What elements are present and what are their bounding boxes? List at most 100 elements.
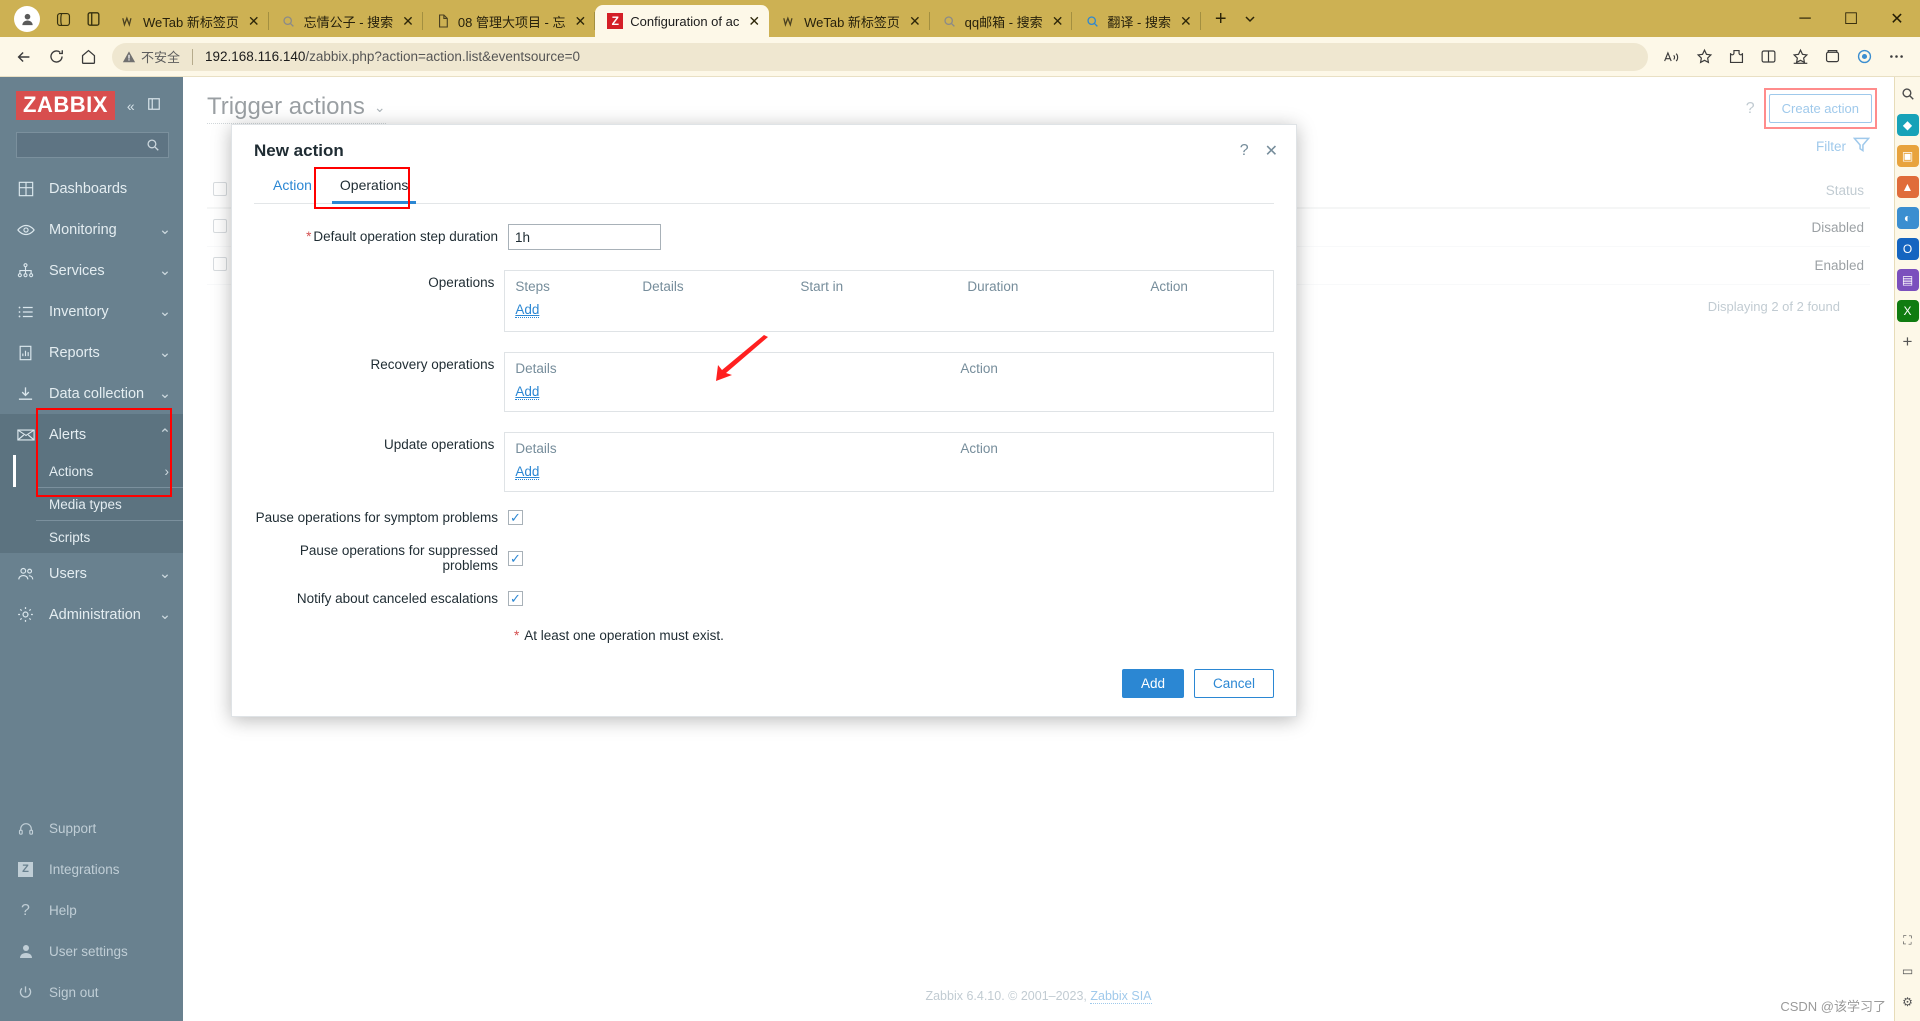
shopping-icon[interactable]: ▣ [1896,145,1919,167]
chevron-down-icon[interactable]: ⌄ [159,607,171,623]
question-icon: ? [21,901,30,919]
sidebar-item-reports[interactable]: Reports ⌄ [0,332,183,373]
dialog-close-icon[interactable]: ✕ [1265,141,1278,161]
cancel-button[interactable]: Cancel [1193,669,1274,698]
favorites-bar-icon[interactable] [1784,41,1816,73]
read-aloud-icon[interactable] [1656,41,1688,73]
gear-icon [16,606,35,623]
tab-title: WeTab 新标签页 [143,14,239,30]
sidebar-item-dashboards[interactable]: Dashboards [0,168,183,209]
window-minimize-button[interactable]: ─ [1782,0,1828,37]
tab-close-icon[interactable]: ✕ [400,14,416,28]
browser-tab[interactable]: WeTab 新标签页 ✕ [108,5,269,37]
default-step-duration-input[interactable]: 1h [508,224,661,250]
sidebar-item-inventory[interactable]: Inventory ⌄ [0,291,183,332]
sidebar-item-scripts[interactable]: Scripts [0,521,183,553]
tab-close-icon[interactable]: ✕ [907,14,923,28]
browser-tab[interactable]: 08 管理大项目 - 忘 ✕ [423,5,596,37]
sidebar-item-support[interactable]: Support [0,808,183,849]
browser-essentials-icon[interactable] [1848,41,1880,73]
window-maximize-button[interactable]: ☐ [1828,0,1874,37]
sidebar-item-services[interactable]: Services ⌄ [0,250,183,291]
favorite-star-icon[interactable] [1688,41,1720,73]
chevron-down-icon[interactable]: ⌄ [159,386,171,402]
search-blue-icon [1084,13,1100,29]
chevron-down-icon[interactable]: ⌄ [159,345,171,361]
sidebar-label: Reports [49,344,100,361]
pause-symptom-checkbox[interactable]: ✓ [508,510,523,525]
screenshot-icon[interactable]: ⛶ [1897,929,1919,951]
sidebar-item-media-types[interactable]: Media types [0,488,183,520]
sidebar-item-user-settings[interactable]: User settings [0,931,183,972]
tab-close-icon[interactable]: ✕ [573,14,589,28]
sidebar-item-integrations[interactable]: Z Integrations [0,849,183,890]
add-icon[interactable]: + [1897,331,1919,353]
sidebar-item-help[interactable]: ? Help [0,890,183,931]
field-default-step-duration: * Default operation step duration 1h [254,224,1274,250]
browser-tab-active[interactable]: Z Configuration of ac ✕ [595,5,770,37]
power-icon [16,985,35,1000]
search-icon[interactable] [1897,83,1919,105]
pause-suppressed-checkbox[interactable]: ✓ [508,550,523,566]
sidebar-search-input[interactable] [16,132,169,158]
split-screen-icon[interactable] [1752,41,1784,73]
column-action: Action [960,361,998,376]
extensions-icon[interactable] [1720,41,1752,73]
workspaces-icon[interactable] [48,4,78,34]
home-icon[interactable] [72,41,104,73]
tab-close-icon[interactable]: ✕ [246,14,262,28]
tab-title: 忘情公子 - 搜索 [303,14,394,30]
sidebar-item-alerts[interactable]: Alerts ⌃ [0,414,183,455]
sidebar-label: Inventory [49,303,109,320]
update-add-link[interactable]: Add [515,464,540,480]
chevron-down-icon[interactable]: ⌄ [159,263,171,279]
chevron-down-icon[interactable]: ⌄ [159,222,171,238]
settings-icon[interactable]: ⚙ [1897,991,1919,1013]
reload-icon[interactable] [40,41,72,73]
vertical-tabs-icon[interactable] [78,4,108,34]
sidebar-menu: Dashboards Monitoring ⌄ Services ⌄ Inven… [0,168,183,808]
back-icon[interactable] [8,41,40,73]
collapse-sidebar-icon[interactable]: « [127,98,135,114]
globe-icon[interactable]: ◐ [1896,207,1919,229]
browser-tab[interactable]: WeTab 新标签页 ✕ [769,5,930,37]
chevron-down-icon[interactable]: ⌄ [159,566,171,582]
chevron-down-icon[interactable]: ⌄ [159,304,171,320]
collections-icon[interactable] [1816,41,1848,73]
sidebar-item-actions[interactable]: Actions › [0,455,183,487]
notify-canceled-checkbox[interactable]: ✓ [508,591,523,606]
people-icon[interactable]: ▲ [1896,176,1919,198]
browser-tab[interactable]: 翻译 - 搜索 ✕ [1072,5,1201,37]
profile-avatar[interactable] [14,6,40,32]
sidebar-toggle-icon[interactable]: ▭ [1897,960,1919,982]
settings-more-icon[interactable] [1880,41,1912,73]
zabbix-logo[interactable]: ZABBIX [16,91,115,120]
sidebar-item-data-collection[interactable]: Data collection ⌄ [0,373,183,414]
sidebar-item-sign-out[interactable]: Sign out [0,972,183,1013]
operations-add-link[interactable]: Add [515,302,540,318]
sidebar-label: Administration [49,606,141,623]
browser-tab[interactable]: qq邮箱 - 搜索 ✕ [930,5,1073,37]
tab-close-icon[interactable]: ✕ [746,14,762,28]
cart-icon[interactable]: ▤ [1896,269,1919,291]
chevron-right-icon[interactable]: › [165,464,170,479]
outlook-icon[interactable]: O [1896,238,1919,260]
list-icon [16,305,35,319]
add-button[interactable]: Add [1121,669,1184,698]
tab-close-icon[interactable]: ✕ [1050,14,1066,28]
recovery-add-link[interactable]: Add [515,384,540,400]
window-close-button[interactable]: ✕ [1874,0,1920,37]
sidebar-item-users[interactable]: Users ⌄ [0,553,183,594]
address-bar[interactable]: 不安全 192.168.116.140/zabbix.php?action=ac… [112,42,1648,71]
dialog-help-icon[interactable]: ? [1240,142,1249,160]
chevron-up-icon[interactable]: ⌃ [159,427,171,443]
sidebar-item-monitoring[interactable]: Monitoring ⌄ [0,209,183,250]
compact-view-icon[interactable] [147,97,161,114]
new-tab-button[interactable]: + [1207,5,1235,33]
tab-list-chevron-icon[interactable] [1237,5,1263,33]
sidebar-item-administration[interactable]: Administration ⌄ [0,594,183,635]
browser-tab[interactable]: 忘情公子 - 搜索 ✕ [269,5,423,37]
chat-icon[interactable]: ◆ [1896,114,1919,136]
tab-close-icon[interactable]: ✕ [1178,14,1194,28]
xbox-icon[interactable]: X [1896,300,1919,322]
